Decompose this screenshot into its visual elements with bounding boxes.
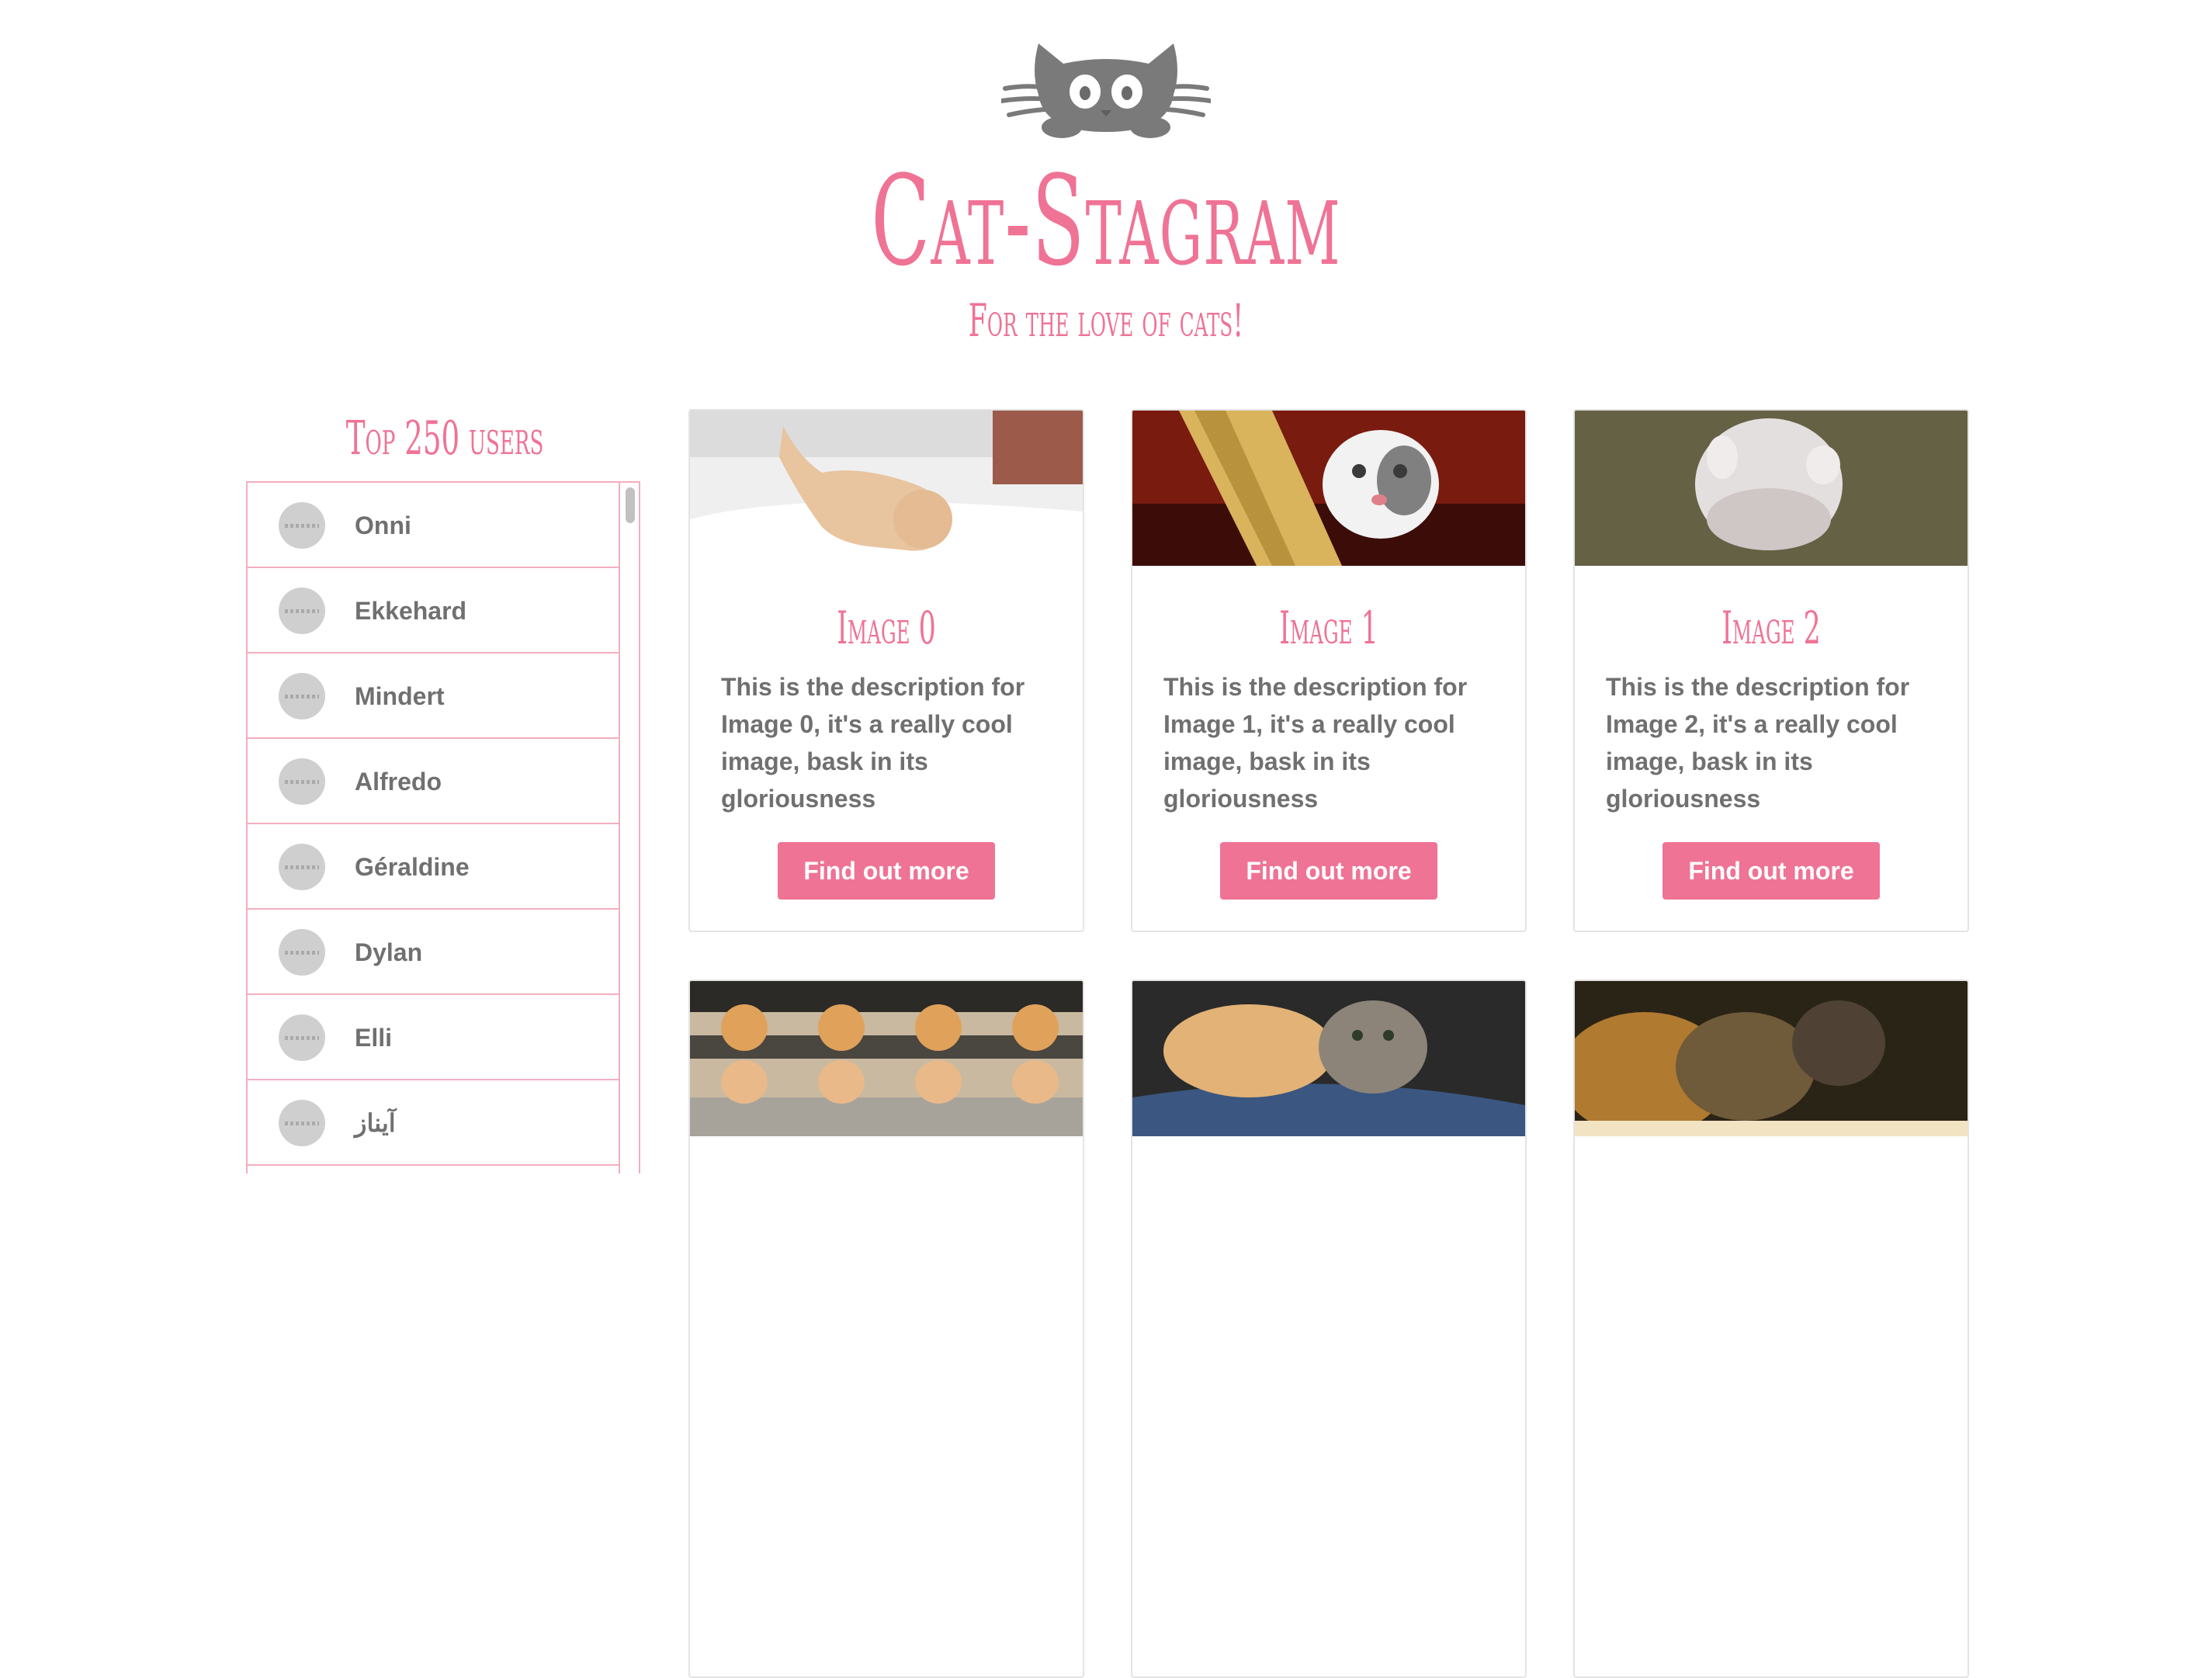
cat-photo	[690, 411, 1083, 566]
cat-photo	[690, 981, 1083, 1136]
user-name: Alfredo	[355, 768, 442, 796]
image-card: Image 1 This is the description for Imag…	[1131, 409, 1527, 932]
user-name: Mindert	[355, 682, 445, 710]
card-description: This is the description for Image 1, it'…	[1163, 673, 1468, 813]
avatar	[279, 588, 325, 634]
avatar	[279, 758, 325, 805]
card-title: Image 1	[1279, 602, 1378, 654]
site-title: Cat-Stagram	[871, 148, 1341, 293]
user-name: Ekkehard	[355, 597, 467, 625]
user-name: Elli	[355, 1024, 393, 1052]
image-card: Image 0 This is the description for Imag…	[688, 409, 1084, 932]
cat-photo	[1575, 981, 1968, 1136]
user-list-scrollbar[interactable]	[619, 483, 639, 1174]
user-name: آيناز	[355, 1109, 396, 1137]
card-title: Image 0	[837, 602, 936, 654]
image-card: Image 2 This is the description for Imag…	[1573, 409, 1969, 932]
user-list[interactable]: Onni Ekkehard Mindert Alfredo Géraldine …	[246, 481, 640, 1174]
card-description: This is the description for Image 2, it'…	[1606, 673, 1910, 813]
avatar	[279, 1100, 325, 1146]
user-list-item[interactable]: Alfredo	[248, 739, 619, 824]
find-out-more-button[interactable]: Find out more	[1662, 842, 1880, 900]
user-list-item[interactable]: Elli	[248, 995, 619, 1080]
user-list-item[interactable]: آيناز	[248, 1080, 619, 1166]
avatar	[279, 929, 325, 976]
card-title: Image 2	[1721, 602, 1821, 654]
cat-photo	[1132, 411, 1525, 566]
image-card	[1131, 979, 1527, 1678]
find-out-more-button[interactable]: Find out more	[1220, 842, 1437, 900]
sidebar-title: Top 250 users	[345, 411, 544, 466]
avatar	[279, 673, 325, 719]
image-card	[1573, 979, 1969, 1678]
user-list-item[interactable]: Géraldine	[248, 824, 619, 910]
cat-photo	[1132, 981, 1525, 1136]
user-list-item[interactable]: Dylan	[248, 910, 619, 995]
avatar	[279, 844, 325, 890]
cat-face-icon	[1001, 43, 1211, 138]
user-name: Géraldine	[355, 853, 470, 881]
scrollbar-thumb[interactable]	[626, 487, 635, 523]
site-subtitle: For the love of cats!	[968, 294, 1244, 347]
card-description: This is the description for Image 0, it'…	[721, 673, 1025, 813]
user-list-item[interactable]: Mindert	[248, 654, 619, 739]
find-out-more-button[interactable]: Find out more	[778, 842, 995, 900]
user-list-item[interactable]: Onni	[248, 483, 619, 568]
site-header: Cat-Stagram For the love of cats!	[0, 0, 2212, 373]
user-list-item[interactable]: Ekkehard	[248, 568, 619, 654]
image-card	[688, 979, 1084, 1678]
user-name: Dylan	[355, 938, 423, 966]
user-name: Onni	[355, 511, 411, 539]
avatar	[279, 502, 325, 549]
cat-photo	[1575, 411, 1968, 566]
avatar	[279, 1014, 325, 1061]
